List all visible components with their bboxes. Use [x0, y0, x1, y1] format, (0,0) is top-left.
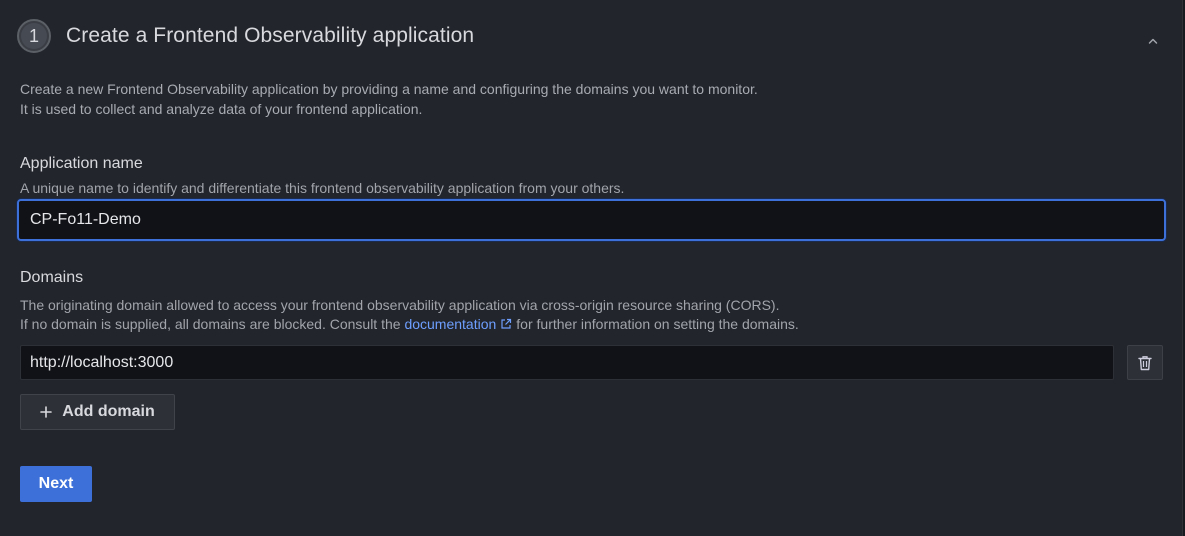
step-number-badge: 1: [17, 19, 51, 53]
collapse-button[interactable]: [1140, 28, 1166, 54]
app-name-description: A unique name to identify and differenti…: [20, 180, 625, 196]
create-app-panel: 1 Create a Frontend Observability applic…: [0, 0, 1183, 536]
domains-description: The originating domain allowed to access…: [20, 296, 1140, 334]
domains-description-suffix: for further information on setting the d…: [516, 316, 799, 332]
domain-input[interactable]: [20, 345, 1114, 380]
step-header[interactable]: 1 Create a Frontend Observability applic…: [0, 0, 1183, 72]
trash-icon: [1138, 355, 1152, 370]
intro-line-2: It is used to collect and analyze data o…: [20, 101, 423, 117]
app-name-input[interactable]: [17, 199, 1166, 241]
next-button[interactable]: Next: [20, 466, 92, 502]
intro-line-1: Create a new Frontend Observability appl…: [20, 81, 758, 97]
delete-domain-button[interactable]: [1127, 345, 1163, 380]
app-name-label: Application name: [20, 155, 143, 172]
domains-description-line-1: The originating domain allowed to access…: [20, 297, 780, 313]
documentation-link[interactable]: documentation: [404, 316, 516, 332]
add-domain-button[interactable]: Add domain: [20, 394, 175, 430]
domains-description-line-2: If no domain is supplied, all domains ar…: [20, 315, 1140, 334]
external-link-icon: [501, 318, 512, 329]
domains-label: Domains: [20, 269, 84, 286]
step-number: 1: [21, 23, 47, 49]
documentation-link-text: documentation: [404, 316, 497, 332]
add-domain-label: Add domain: [62, 403, 155, 420]
next-label: Next: [38, 475, 74, 492]
chevron-up-icon: [1148, 38, 1158, 44]
intro-text: Create a new Frontend Observability appl…: [20, 79, 1120, 119]
plus-icon: [40, 406, 53, 418]
domains-description-prefix: If no domain is supplied, all domains ar…: [20, 316, 401, 332]
step-title: Create a Frontend Observability applicat…: [66, 24, 475, 47]
